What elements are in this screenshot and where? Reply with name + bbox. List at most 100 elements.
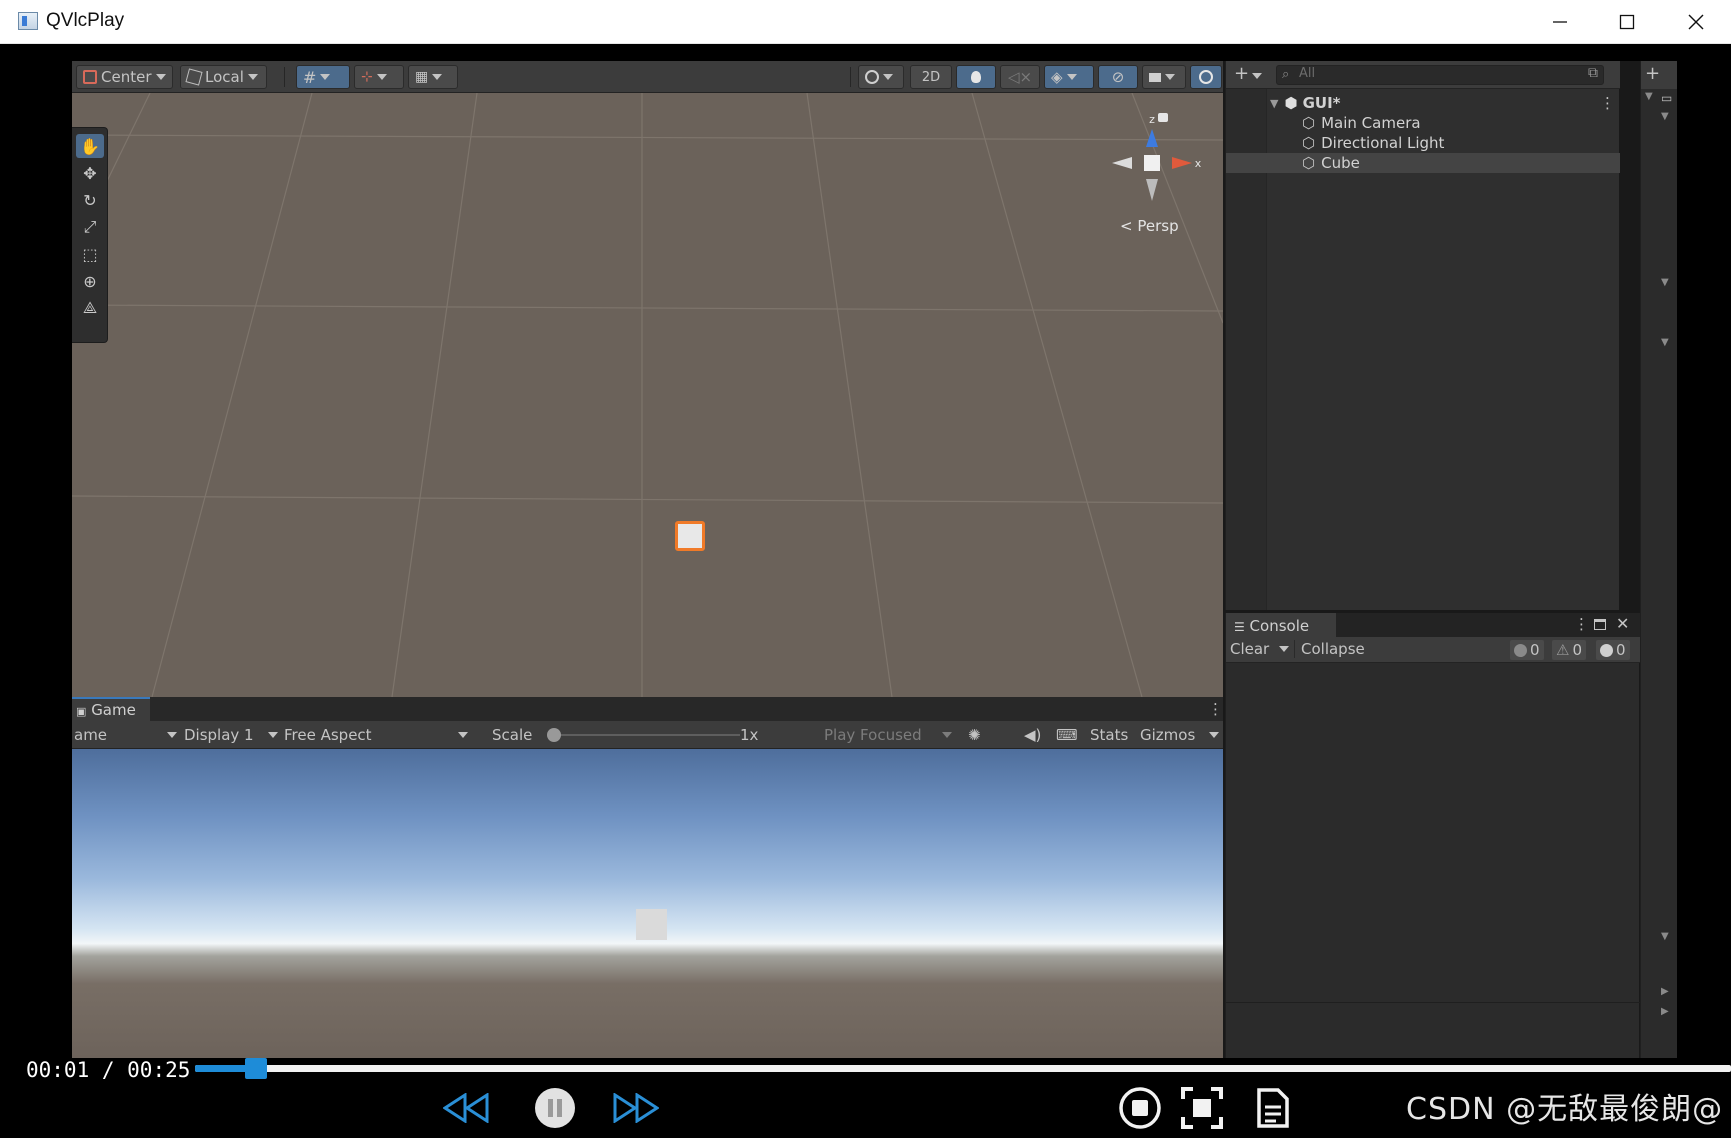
gizmo-x-axis[interactable] [1172, 157, 1192, 169]
warning-count: 0 [1572, 641, 1582, 659]
audio-toggle[interactable]: ◁× [1000, 65, 1040, 89]
move-tool[interactable]: ✥ [76, 161, 104, 185]
minimize-button[interactable] [1525, 0, 1595, 44]
lock-icon[interactable] [1158, 113, 1168, 122]
aspect-label: Free Aspect [284, 726, 372, 744]
chevron-down-icon [1165, 74, 1175, 80]
frame-debugger-button[interactable]: ✺ [968, 726, 981, 744]
console-tab-label: Console [1249, 617, 1310, 635]
clear-label: Clear [1230, 640, 1270, 658]
scale-tool[interactable]: ⤢ [76, 215, 104, 239]
rewind-button[interactable] [442, 1085, 490, 1131]
project-create-button[interactable]: + [1641, 61, 1677, 89]
rect-transform-icon: ⬚ [82, 244, 98, 264]
bug-icon: ✺ [968, 726, 981, 744]
pivot-space-dropdown[interactable]: Local [180, 65, 267, 89]
hand-tool[interactable]: ✋ [76, 134, 104, 158]
game-view[interactable] [72, 749, 1223, 1058]
hierarchy-item-directional-light[interactable]: ⬡ Directional Light [1226, 133, 1620, 153]
rect-tool[interactable]: ⬚ [76, 242, 104, 266]
seek-bar-handle[interactable] [245, 1058, 267, 1079]
perspective-toggle[interactable]: < Persp [1120, 217, 1179, 235]
2d-mode-toggle[interactable]: 2D [910, 65, 952, 89]
warning-count-toggle[interactable]: ⚠ 0 [1552, 640, 1586, 660]
scene-view[interactable]: ✋ ✥ ↻ ⤢ ⬚ ⊕ ⟁ z x < Persp [72, 93, 1223, 697]
scene-toolbar: Center Local # ⊹ ▦ 2D ◁× ◈ ⊘ [72, 61, 1223, 93]
game-tab-label: Game [91, 701, 136, 719]
game-toolbar: ame Display 1 Free Aspect Scale 1x Play … [72, 721, 1223, 749]
increment-snapping-toggle[interactable]: ⊹ [354, 65, 404, 89]
rotate-icon: ↻ [83, 190, 97, 210]
scale-icon: ⤢ [83, 217, 97, 236]
hierarchy-item-cube[interactable]: ⬡ Cube [1226, 153, 1620, 173]
log-count-toggle[interactable]: 0 [1510, 640, 1544, 660]
toolbar-separator [284, 67, 285, 87]
game-target-dropdown[interactable]: ame [74, 726, 178, 744]
more-options-icon[interactable]: ⋮ [1600, 94, 1615, 112]
play-mode-label: Play Focused [824, 726, 922, 744]
aspect-dropdown[interactable]: Free Aspect [284, 726, 468, 744]
maximize-panel-icon[interactable] [1594, 619, 1606, 630]
stats-button[interactable]: Stats [1090, 726, 1128, 744]
play-mode-dropdown[interactable]: Play Focused [824, 726, 952, 744]
grid-visibility-dropdown[interactable]: ▦ [408, 65, 458, 89]
pause-button[interactable] [532, 1085, 578, 1131]
hierarchy-item-label: Cube [1321, 154, 1360, 172]
game-cube [636, 909, 667, 940]
gizmo-z-axis[interactable] [1146, 129, 1158, 147]
orientation-gizmo[interactable]: z x [1102, 111, 1202, 231]
fast-forward-button[interactable] [612, 1085, 660, 1131]
rotate-tool[interactable]: ↻ [76, 188, 104, 212]
seek-bar[interactable] [195, 1065, 1731, 1072]
grid-snapping-toggle[interactable]: # [296, 65, 350, 89]
pivot-mode-dropdown[interactable]: Center [76, 65, 173, 89]
shading-mode-dropdown[interactable] [858, 65, 904, 89]
hierarchy-item-main-camera[interactable]: ⬡ Main Camera [1226, 113, 1620, 133]
gizmo-center-cube[interactable] [1144, 155, 1160, 171]
close-panel-icon[interactable]: ✕ [1616, 614, 1629, 633]
rewind-icon [443, 1093, 489, 1123]
hierarchy-search-input[interactable]: ⌕ All [1276, 65, 1604, 85]
fullscreen-button[interactable] [1178, 1085, 1226, 1131]
playlist-button[interactable] [1250, 1085, 1296, 1131]
gizmo-negy-axis[interactable] [1146, 179, 1158, 201]
stop-button[interactable] [1116, 1085, 1164, 1131]
gizmos-dropdown[interactable] [1190, 65, 1222, 89]
gizmo-negx-axis[interactable] [1112, 157, 1132, 169]
gizmos-label: Gizmos [1140, 726, 1196, 744]
keyboard-shortcuts-button[interactable]: ⌨ [1056, 726, 1078, 744]
error-icon [1600, 643, 1613, 657]
expand-search-icon[interactable]: ⧉ [1588, 65, 1598, 81]
tab-game[interactable]: ▣ Game [72, 697, 150, 721]
lighting-toggle[interactable] [956, 65, 996, 89]
close-button[interactable] [1661, 0, 1731, 44]
effects-dropdown[interactable]: ◈ [1044, 65, 1094, 89]
transform-tool[interactable]: ⊕ [76, 269, 104, 293]
expand-arrow-icon: ▼ [1661, 277, 1669, 288]
hierarchy-toolbar: + ⌕ All ⧉ [1226, 61, 1620, 89]
error-count-toggle[interactable]: 0 [1596, 640, 1630, 660]
scene-visibility-toggle[interactable]: ⊘ [1098, 65, 1138, 89]
display-dropdown[interactable]: Display 1 [184, 726, 278, 744]
more-options-icon[interactable]: ⋮ [1208, 700, 1223, 718]
clear-dropdown[interactable]: Clear [1230, 640, 1290, 658]
create-object-button[interactable]: + [1234, 63, 1263, 84]
mute-audio-button[interactable]: ◀) [1024, 726, 1041, 744]
selected-cube[interactable] [675, 521, 705, 551]
scale-slider-track[interactable] [554, 734, 740, 736]
video-viewport[interactable]: Center Local # ⊹ ▦ 2D ◁× ◈ ⊘ ✋ ✥ ↻ ⤢ ⬚ ⊕… [72, 61, 1677, 1058]
speaker-icon: ◀) [1024, 726, 1042, 744]
scale-slider-handle[interactable] [547, 728, 561, 742]
collapse-toggle[interactable]: Collapse [1294, 640, 1365, 658]
hierarchy-scene-row[interactable]: ▼ ⬢ GUI* ⋮ [1226, 93, 1620, 113]
custom-editor-tool[interactable]: ⟁ [76, 296, 104, 320]
custom-tool-icon: ⟁ [82, 298, 98, 317]
pivot-mode-label: Center [101, 68, 152, 86]
more-options-icon[interactable]: ⋮ [1574, 615, 1589, 633]
tab-console[interactable]: ☰ Console [1226, 613, 1336, 637]
lightbulb-icon [971, 71, 981, 83]
scene-panel: Center Local # ⊹ ▦ 2D ◁× ◈ ⊘ ✋ ✥ ↻ ⤢ ⬚ ⊕… [72, 61, 1223, 697]
camera-settings-dropdown[interactable] [1142, 65, 1186, 89]
game-gizmos-button[interactable]: Gizmos [1140, 726, 1220, 744]
maximize-button[interactable] [1592, 0, 1662, 44]
